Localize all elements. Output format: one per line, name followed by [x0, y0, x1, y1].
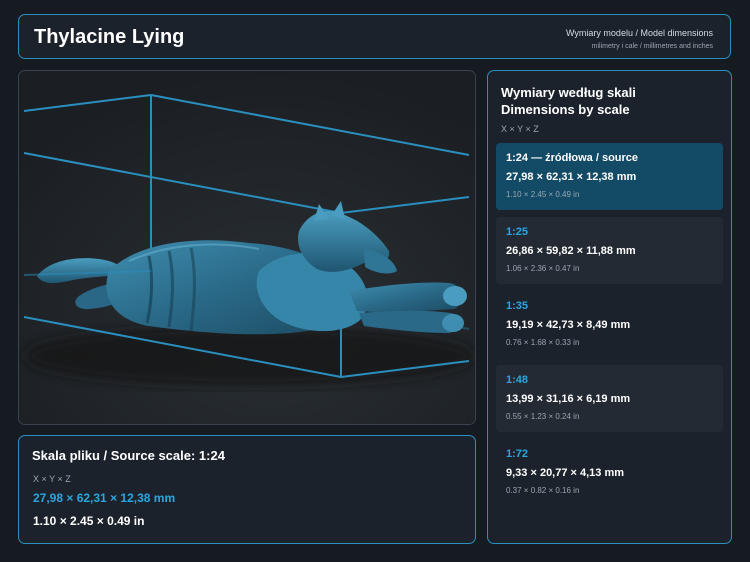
scale-label: 1:25 — [506, 226, 529, 238]
scale-dimensions-inches: 1.06 × 2.36 × 0.47 in — [506, 264, 580, 273]
scale-dimensions-mm: 26,86 × 59,82 × 11,88 mm — [506, 245, 636, 257]
scale-label: 1:48 — [506, 374, 529, 386]
model-render — [19, 71, 475, 424]
scale-row-1-48[interactable]: 1:48 13,99 × 31,16 × 6,19 mm 0.55 × 1.23… — [496, 365, 723, 432]
scale-dimensions-mm: 19,19 × 42,73 × 8,49 mm — [506, 319, 631, 331]
scales-panel-title: Wymiary według skali — [501, 85, 636, 100]
scales-panel-title-en: Dimensions by scale — [501, 102, 630, 117]
scale-label: 1:24 — źródłowa / source — [506, 152, 639, 164]
source-scale-title: Skala pliku / Source scale: 1:24 — [32, 448, 225, 463]
source-dimensions-inches: 1.10 × 2.45 × 0.49 in — [33, 514, 145, 528]
model-viewer[interactable] — [18, 70, 476, 425]
scale-row-1-72[interactable]: 1:72 9,33 × 20,77 × 4,13 mm 0.37 × 0.82 … — [496, 439, 723, 506]
scale-dimensions-inches: 1.10 × 2.45 × 0.49 in — [506, 190, 580, 199]
scale-dimensions-inches: 0.76 × 1.68 × 0.33 in — [506, 338, 580, 347]
floor-shadow — [24, 326, 474, 386]
header-subtitle: Wymiary modelu / Model dimensions — [566, 28, 713, 38]
scale-dimensions-inches: 0.55 × 1.23 × 0.24 in — [506, 412, 580, 421]
scales-panel: Wymiary według skali Dimensions by scale… — [487, 70, 732, 544]
scale-row-1-35[interactable]: 1:35 19,19 × 42,73 × 8,49 mm 0.76 × 1.68… — [496, 291, 723, 358]
source-scale-card: Skala pliku / Source scale: 1:24 X × Y ×… — [18, 435, 476, 544]
scale-row-1-25[interactable]: 1:25 26,86 × 59,82 × 11,88 mm 1.06 × 2.3… — [496, 217, 723, 284]
header-units-note: milimetry i cale / millimetres and inche… — [591, 43, 713, 50]
scale-dimensions-mm: 27,98 × 62,31 × 12,38 mm — [506, 171, 637, 183]
scale-label: 1:72 — [506, 448, 529, 460]
source-dimensions-mm: 27,98 × 62,31 × 12,38 mm — [33, 491, 176, 505]
scale-label: 1:35 — [506, 300, 529, 312]
scale-dimensions-inches: 0.37 × 0.82 × 0.16 in — [506, 486, 580, 495]
scales-axes-label: X × Y × Z — [501, 124, 539, 134]
scale-dimensions-mm: 9,33 × 20,77 × 4,13 mm — [506, 467, 625, 479]
scale-dimensions-mm: 13,99 × 31,16 × 6,19 mm — [506, 393, 631, 405]
scale-row-1-24[interactable]: 1:24 — źródłowa / source 27,98 × 62,31 ×… — [496, 143, 723, 210]
header-bar: Thylacine Lying Wymiary modelu / Model d… — [18, 14, 731, 59]
source-axes-label: X × Y × Z — [33, 474, 71, 484]
page-title: Thylacine Lying — [34, 26, 185, 48]
